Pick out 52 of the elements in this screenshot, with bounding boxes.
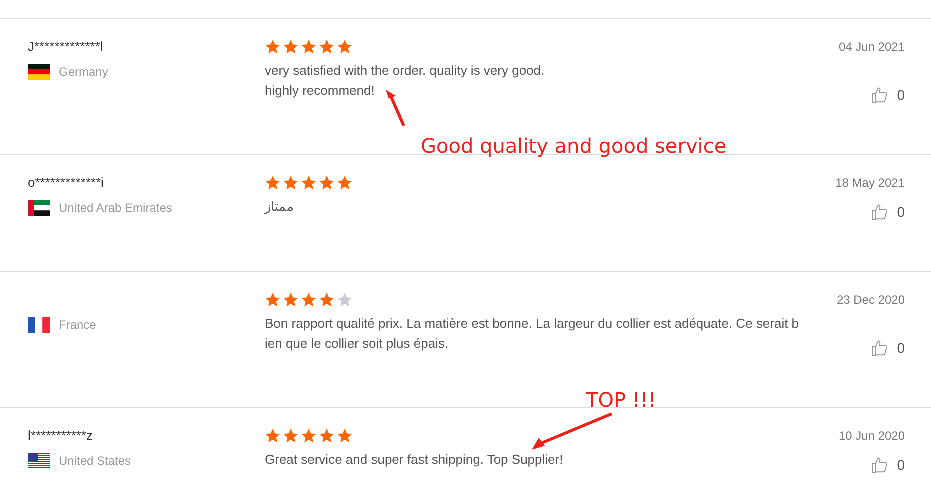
star-icon [337,292,353,308]
star-icon [301,292,317,308]
star-icon [283,428,299,444]
star-icon [337,175,353,191]
review-text: Bon rapport qualité prix. La matière est bonne. La largeur du collier est adéquate. Ce serait b [265,315,800,333]
review-date: 18 May 2021 [836,175,905,191]
reviewer-name: J*************l [28,39,104,55]
like-count: 0 [897,457,905,473]
flag-icon [28,200,50,216]
star-icon [337,39,353,55]
flag-icon [28,453,50,469]
review-date: 23 Dec 2020 [836,292,905,308]
like-count: 0 [897,340,905,356]
reviewer-name: o*************i [28,175,105,191]
review-text: very satisfied with the order. quality is very good. [265,62,546,80]
country-name: United Arab Emirates [59,201,172,215]
star-icon [265,175,281,191]
annotation-text: TOP !!! [586,388,656,412]
star-icon [265,292,281,308]
star-icon [319,428,335,444]
review-text: highly recommend! [265,82,376,100]
star-icon [265,428,281,444]
star-icon [319,292,335,308]
review-text: Great service and super fast shipping. Top Supplier! [265,451,564,469]
star-icon [301,175,317,191]
star-icon [283,175,299,191]
flag-icon [28,64,50,80]
annotation-text: Good quality and good service [421,134,727,158]
reviewer-name: l***********z [28,428,94,444]
star-icon [283,39,299,55]
annotation-arrow [384,90,406,128]
review-date: 10 Jun 2020 [838,428,905,444]
thumbs-up-icon[interactable] [871,203,890,221]
thumbs-up-icon[interactable] [871,456,890,474]
review-text: ien que le collier soit plus épais. [265,335,450,353]
country-name: United States [59,454,132,468]
review-text: ممتاز [265,198,295,216]
star-icon [337,428,353,444]
thumbs-up-icon[interactable] [871,86,890,104]
star-icon [301,39,317,55]
thumbs-up-icon[interactable] [871,339,890,357]
star-icon [265,39,281,55]
review-date: 04 Jun 2021 [838,39,905,55]
star-icon [283,292,299,308]
flag-icon [28,317,50,333]
country-name: France [59,318,96,332]
country-name: Germany [59,65,108,79]
star-icon [319,175,335,191]
star-icon [319,39,335,55]
like-count: 0 [897,204,905,220]
star-icon [301,428,317,444]
like-count: 0 [897,87,905,103]
